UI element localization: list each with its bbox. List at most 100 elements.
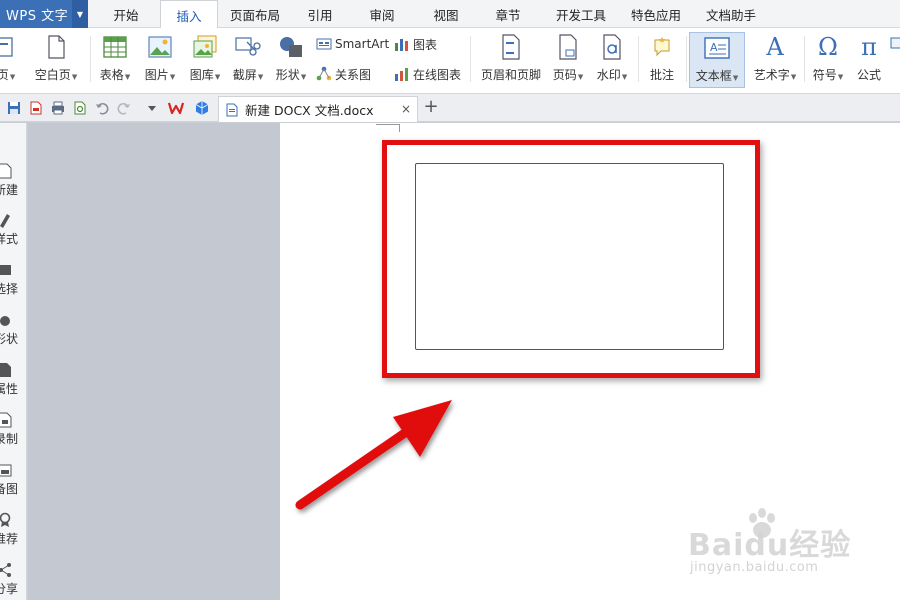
- relation-diagram-button[interactable]: 关系图: [316, 64, 371, 84]
- task-pane-share[interactable]: 分享: [0, 562, 26, 600]
- tab-home[interactable]: 开始: [92, 0, 160, 28]
- relation-icon: [316, 66, 332, 82]
- wordart-icon: A: [766, 33, 784, 61]
- comment-label: 批注: [649, 68, 674, 82]
- task-pane-label: 录制: [0, 432, 19, 446]
- screenshot-button[interactable]: 截屏▼: [229, 32, 267, 88]
- task-pane-select[interactable]: 选择: [0, 262, 26, 308]
- tab-chapter[interactable]: 章节: [476, 0, 540, 28]
- task-pane-style[interactable]: 样式: [0, 212, 26, 258]
- table-button[interactable]: 表格▼: [96, 32, 134, 88]
- header-footer-icon: [498, 34, 524, 60]
- app-name: WPS 文字: [6, 8, 69, 24]
- picture-button[interactable]: 图片▼: [140, 32, 180, 88]
- tab-doc-assistant[interactable]: 文档助手: [690, 0, 772, 28]
- header-footer-button[interactable]: 页眉和页脚: [478, 32, 544, 88]
- picture-label: 图片: [144, 68, 169, 82]
- gallery-button[interactable]: 图库▼: [186, 32, 224, 88]
- formula-button[interactable]: π 公式: [851, 32, 887, 88]
- document-tab[interactable]: 新建 DOCX 文档.docx ×: [218, 96, 418, 122]
- close-tab-icon[interactable]: ×: [401, 102, 411, 116]
- shape-button[interactable]: 形状▼: [272, 32, 310, 88]
- wps-logo-icon[interactable]: [168, 100, 184, 116]
- textbox-button[interactable]: A 文本框▼: [689, 32, 745, 88]
- online-chart-button[interactable]: 在线图表: [394, 64, 461, 84]
- customize-dropdown-icon[interactable]: [144, 100, 160, 116]
- ribbon-insert: 页▼ 空白页▼ 表格▼ 图片▼ 图库▼ 截屏▼ 形状▼ SmartArt 图表 …: [0, 28, 900, 94]
- smartart-label: SmartArt: [335, 37, 390, 51]
- ribbon-divider: [638, 36, 639, 82]
- page-margin-marker: [376, 124, 400, 132]
- print-preview-icon[interactable]: [72, 100, 88, 116]
- wordart-label: 艺术字: [753, 68, 790, 82]
- omega-icon: Ω: [818, 33, 838, 61]
- tab-insert[interactable]: 插入: [160, 0, 218, 29]
- scissors-icon: [235, 34, 261, 60]
- tab-references[interactable]: 引用: [292, 0, 348, 28]
- redo-icon[interactable]: [116, 100, 132, 116]
- chevron-down-icon[interactable]: ▼: [72, 0, 88, 28]
- menu-tabs: 开始 插入 页面布局 引用 审阅 视图 章节 开发工具 特色应用 文档助手: [92, 0, 772, 29]
- page-number-icon: [555, 34, 581, 60]
- ribbon-divider: [470, 36, 471, 82]
- tab-page-layout[interactable]: 页面布局: [218, 0, 292, 28]
- task-pane-label: 分享: [0, 582, 19, 596]
- page-number-button[interactable]: 页码▼: [548, 32, 588, 88]
- symbol-button[interactable]: Ω 符号▼: [809, 32, 847, 88]
- print-icon[interactable]: [50, 100, 66, 116]
- inserted-textbox[interactable]: [415, 163, 724, 350]
- app-menu-button[interactable]: WPS 文字 ▼: [0, 0, 88, 28]
- gallery-icon: [192, 34, 218, 60]
- picture-icon: [147, 34, 173, 60]
- smartart-icon: [316, 36, 332, 52]
- task-pane-label: 新建: [0, 183, 19, 197]
- task-pane-recommend[interactable]: 推荐: [0, 512, 26, 558]
- quick-access-bar: 新建 DOCX 文档.docx × +: [0, 94, 900, 122]
- document-icon: [226, 103, 238, 116]
- chart-button[interactable]: 图表: [394, 34, 437, 54]
- smartart-button[interactable]: SmartArt: [316, 34, 389, 54]
- tab-developer[interactable]: 开发工具: [540, 0, 622, 28]
- cloud-doc-icon[interactable]: [194, 100, 210, 116]
- style-icon: [0, 214, 10, 228]
- undo-icon[interactable]: [94, 100, 110, 116]
- bar-chart-icon: [394, 36, 410, 52]
- properties-icon: [0, 363, 11, 377]
- task-pane-label: 形状: [0, 332, 19, 346]
- page-number-label: 页码: [552, 68, 577, 82]
- task-pane-properties[interactable]: 属性: [0, 362, 26, 408]
- task-pane-record[interactable]: 录制: [0, 412, 26, 458]
- online-chart-label: 在线图表: [413, 67, 462, 82]
- select-icon: [0, 265, 11, 275]
- tab-special-apps[interactable]: 特色应用: [622, 0, 690, 28]
- export-pdf-icon[interactable]: [28, 100, 44, 116]
- comment-button[interactable]: 批注: [644, 32, 680, 88]
- relation-label: 关系图: [335, 67, 372, 82]
- wordart-button[interactable]: A 艺术字▼: [749, 32, 801, 88]
- table-icon: [102, 34, 128, 60]
- task-pane-new[interactable]: 新建: [0, 163, 26, 209]
- watermark-button[interactable]: 水印▼: [592, 32, 632, 88]
- task-pane-shape[interactable]: 形状: [0, 312, 26, 358]
- textbox-icon: A: [704, 35, 730, 61]
- watermark-icon: [599, 34, 625, 60]
- share-icon: [0, 563, 11, 577]
- online-chart-icon: [394, 66, 410, 82]
- task-pane-label: 备图: [0, 482, 19, 496]
- task-pane-label: 推荐: [0, 532, 19, 546]
- page-button[interactable]: 页▼: [0, 32, 24, 88]
- tab-view[interactable]: 视图: [416, 0, 476, 28]
- more-button[interactable]: [888, 32, 900, 88]
- tab-review[interactable]: 审阅: [348, 0, 416, 28]
- ribbon-divider: [686, 36, 687, 82]
- award-icon: [0, 512, 11, 527]
- page-label: 页: [0, 68, 9, 82]
- number-icon: [885, 34, 900, 60]
- watermark-label: 水印: [596, 68, 621, 82]
- save-icon[interactable]: [6, 100, 22, 116]
- ribbon-divider: [90, 36, 91, 82]
- new-tab-button[interactable]: +: [422, 98, 440, 116]
- blank-page-button[interactable]: 空白页▼: [30, 32, 82, 88]
- chart-label: 图表: [413, 37, 438, 52]
- task-pane-backup[interactable]: 备图: [0, 462, 26, 508]
